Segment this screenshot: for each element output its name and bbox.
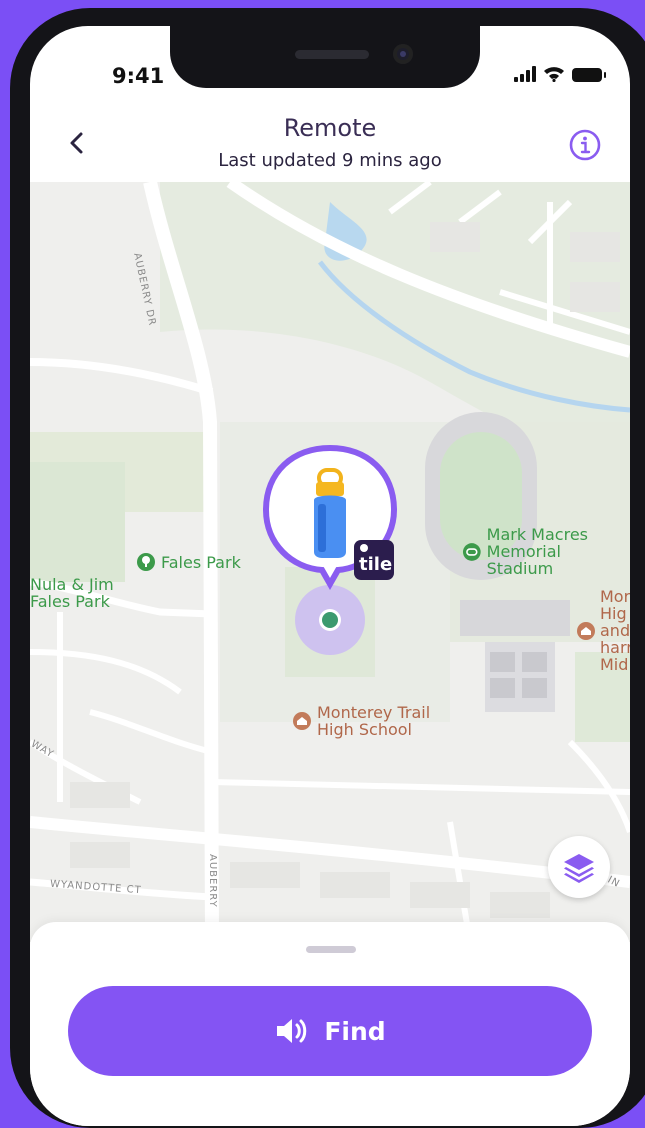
poi-school-line1: Monterey Trail (317, 703, 431, 722)
tile-brand-text: tile (359, 554, 393, 575)
battery-icon (572, 68, 606, 82)
map-view[interactable]: AUBERRY DR AUBERRY WYANDOTTE CT WAY R IN… (30, 182, 630, 942)
poi-school-line2: High School (317, 720, 412, 739)
street-label-auberry: AUBERRY (207, 854, 218, 908)
poi-middle-line5: Mid (600, 655, 629, 674)
info-icon (569, 129, 601, 161)
earpiece-speaker (295, 50, 369, 59)
phone-screen: 9:41 Remote Last updated 9 mins ago AUBE… (30, 26, 630, 1126)
school-icon (293, 712, 311, 730)
poi-middle-line2: Hig (600, 604, 627, 623)
poi-nula-jim-park[interactable]: Nula & Jim Fales Park (30, 576, 114, 610)
poi-fales-park-label: Fales Park (161, 552, 241, 572)
poi-monterey-trail-high[interactable]: Monterey Trail High School (292, 704, 430, 738)
layers-icon (564, 854, 594, 883)
header: Remote Last updated 9 mins ago (30, 106, 630, 182)
poi-stadium[interactable]: Mark Macres Memorial Stadium (462, 526, 630, 577)
last-updated-text: Last updated 9 mins ago (218, 150, 442, 171)
park-tree-icon (137, 553, 155, 571)
poi-middle-line4: harr (600, 638, 630, 657)
poi-stadium-line2: Memorial Stadium (486, 542, 561, 578)
map-layers-button[interactable] (548, 836, 610, 898)
water-bottle-icon (314, 468, 346, 558)
poi-nula-jim-line1: Nula & Jim (30, 575, 114, 594)
info-button[interactable] (568, 128, 602, 162)
front-camera (393, 44, 413, 64)
find-button[interactable]: Find (68, 986, 592, 1076)
poi-middle-line1: Mor (600, 587, 630, 606)
status-icons (514, 66, 606, 82)
location-halo (295, 585, 365, 655)
speaker-icon (277, 1019, 307, 1043)
stadium-icon (462, 542, 481, 561)
wifi-icon (544, 67, 564, 82)
poi-fales-park[interactable]: Fales Park (136, 552, 241, 572)
status-time: 9:41 (112, 64, 165, 88)
bottom-sheet: Find (30, 922, 630, 1126)
poi-middle-school[interactable]: Mor Hig and harr Mid (576, 588, 630, 673)
sheet-drag-handle[interactable] (306, 946, 356, 953)
poi-middle-line3: and (600, 621, 630, 640)
notch (170, 26, 480, 88)
poi-nula-jim-line2: Fales Park (30, 592, 110, 611)
poi-stadium-line1: Mark Macres (486, 525, 588, 544)
page-title: Remote (283, 114, 377, 142)
cellular-signal-icon (514, 66, 536, 82)
school-icon (577, 621, 595, 640)
find-button-label: Find (324, 1016, 386, 1046)
tile-brand-badge: tile (354, 540, 394, 580)
